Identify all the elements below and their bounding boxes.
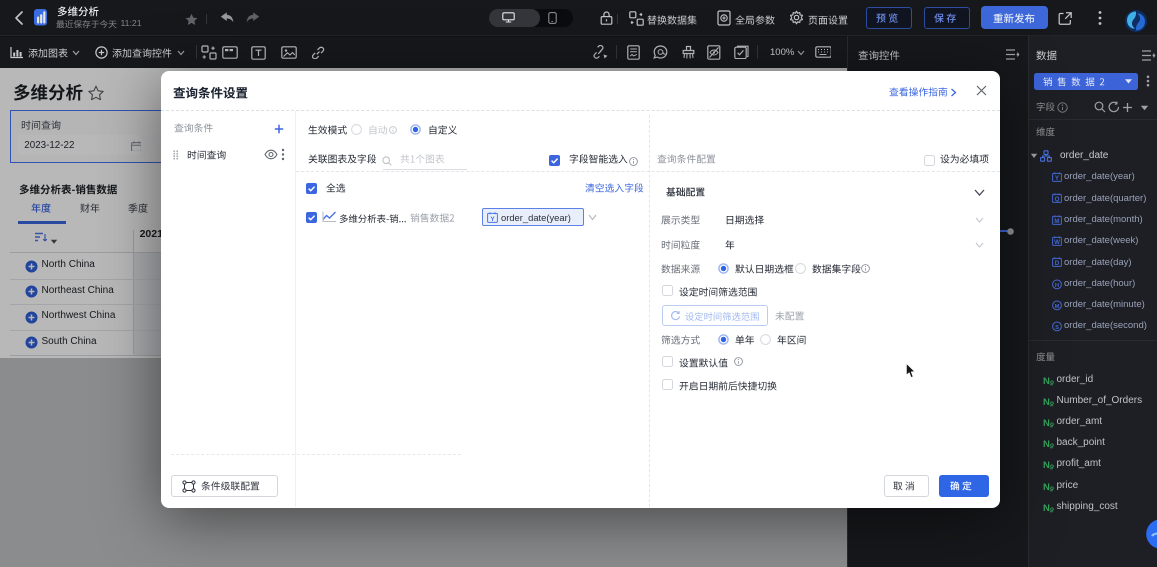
svg-text:M: M [1054,218,1059,225]
svg-text:N: N [1043,439,1050,449]
svg-text:N: N [1043,397,1050,407]
svg-text:Q: Q [1055,197,1060,204]
svg-text:Y: Y [490,215,495,222]
svg-text:N: N [1043,503,1050,513]
svg-text:H: H [1055,282,1059,288]
svg-text:M: M [1055,304,1060,310]
svg-text:N: N [1043,482,1050,492]
svg-text:N: N [1043,376,1050,386]
svg-text:D: D [1055,260,1060,267]
svg-text:N: N [1043,460,1050,470]
svg-text:N: N [1043,418,1050,428]
svg-text:S: S [1055,325,1059,331]
svg-text:W: W [1054,239,1060,246]
